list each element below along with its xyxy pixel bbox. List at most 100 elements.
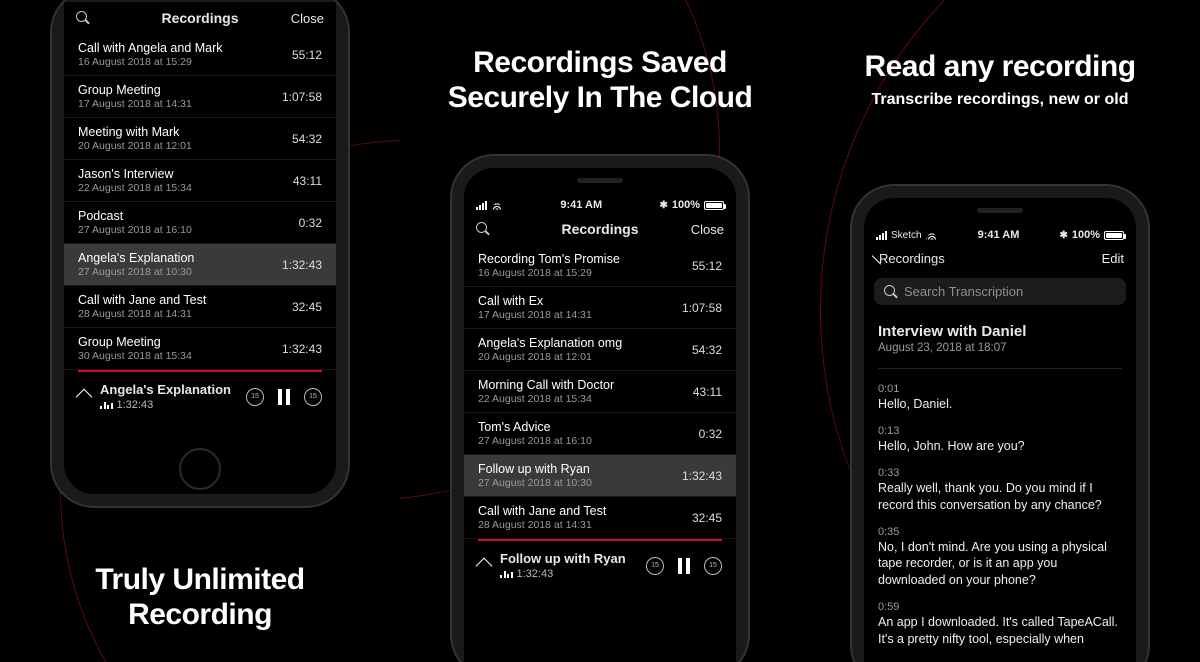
recording-duration: 0:32 <box>299 216 322 230</box>
transcript-line[interactable]: 0:13Hello, John. How are you? <box>864 421 1136 463</box>
status-bar: 9:41 AM ✱ 100% <box>464 195 736 213</box>
recording-duration: 55:12 <box>692 259 722 273</box>
list-item[interactable]: Recording Tom's Promise16 August 2018 at… <box>464 245 736 287</box>
edit-button[interactable]: Edit <box>1064 251 1124 266</box>
transcript-timestamp: 0:35 <box>878 526 1122 538</box>
list-item[interactable]: Angela's Explanation27 August 2018 at 10… <box>64 244 336 286</box>
back-button[interactable]: Recordings <box>876 251 936 266</box>
close-button[interactable]: Close <box>264 11 324 26</box>
recording-date: 22 August 2018 at 15:34 <box>478 393 693 405</box>
transcript-line[interactable]: 0:59An app I downloaded. It's called Tap… <box>864 597 1136 656</box>
navbar: Recordings Edit <box>864 243 1136 274</box>
divider <box>878 368 1122 369</box>
recording-duration: 1:32:43 <box>682 469 722 483</box>
recording-name: Podcast <box>78 209 299 223</box>
recording-duration: 0:32 <box>699 427 722 441</box>
recording-date: 22 August 2018 at 15:34 <box>78 182 293 194</box>
recording-name: Meeting with Mark <box>78 125 292 139</box>
search-button[interactable] <box>476 222 536 236</box>
battery-icon <box>1104 231 1124 240</box>
pause-button[interactable] <box>678 558 690 574</box>
skip-back-button[interactable]: 15 <box>646 557 664 575</box>
phone-mockup: 9:41 AM ✱ 100% Recordings Close Recordin… <box>452 156 748 662</box>
recording-duration: 1:32:43 <box>282 342 322 356</box>
recording-date: 20 August 2018 at 12:01 <box>478 351 692 363</box>
skip-forward-button[interactable]: 15 <box>304 388 322 406</box>
list-item[interactable]: Tom's Advice27 August 2018 at 16:100:32 <box>464 413 736 455</box>
status-time: 9:41 AM <box>978 229 1020 241</box>
list-item[interactable]: Meeting with Mark20 August 2018 at 12:01… <box>64 118 336 160</box>
recording-name: Call with Jane and Test <box>78 293 292 307</box>
carrier-label: Sketch <box>891 230 922 241</box>
list-item[interactable]: Follow up with Ryan27 August 2018 at 10:… <box>464 455 736 497</box>
recording-duration: 32:45 <box>292 300 322 314</box>
list-item[interactable]: Call with Angela and Mark16 August 2018 … <box>64 34 336 76</box>
transcript-text: No, I don't mind. Are you using a physic… <box>878 539 1122 590</box>
earpiece <box>577 178 623 183</box>
search-input[interactable]: Search Transcription <box>874 278 1126 305</box>
transcript-text: An app I downloaded. It's called TapeACa… <box>878 614 1122 648</box>
recording-date: 16 August 2018 at 15:29 <box>78 56 292 68</box>
transcript-timestamp: 0:33 <box>878 467 1122 479</box>
panel1-headline: Truly Unlimited Recording <box>0 563 400 632</box>
panel3-subhead: Transcribe recordings, new or old <box>800 91 1200 109</box>
recording-date: 30 August 2018 at 15:34 <box>78 350 282 362</box>
recording-name: Tom's Advice <box>478 420 699 434</box>
recording-date: 27 August 2018 at 10:30 <box>78 266 282 278</box>
expand-player-button[interactable] <box>76 388 93 405</box>
transcript-timestamp: 0:01 <box>878 383 1122 395</box>
recording-date: 27 August 2018 at 16:10 <box>478 435 699 447</box>
transcript-line[interactable]: 0:01Hello, Daniel. <box>864 379 1136 421</box>
transcript-line[interactable]: 0:35No, I don't mind. Are you using a ph… <box>864 522 1136 598</box>
navbar: Recordings Close <box>64 2 336 34</box>
recording-name: Morning Call with Doctor <box>478 378 693 392</box>
recording-date: 17 August 2018 at 14:31 <box>78 98 282 110</box>
search-icon <box>884 285 898 299</box>
bluetooth-icon: ✱ <box>1059 230 1067 241</box>
list-item[interactable]: Call with Jane and Test28 August 2018 at… <box>64 286 336 328</box>
pause-button[interactable] <box>278 389 290 405</box>
recording-name: Recording Tom's Promise <box>478 252 692 266</box>
search-icon <box>76 11 90 25</box>
battery-pct: 100% <box>1072 229 1100 241</box>
search-icon <box>476 222 490 236</box>
transcript-text: Hello, John. How are you? <box>878 438 1122 455</box>
recording-duration: 1:32:43 <box>282 258 322 272</box>
list-item[interactable]: Group Meeting30 August 2018 at 15:341:32… <box>64 328 336 370</box>
list-item[interactable]: Group Meeting17 August 2018 at 14:311:07… <box>64 76 336 118</box>
player-title: Follow up with Ryan <box>500 551 636 566</box>
battery-icon <box>704 201 724 210</box>
search-button[interactable] <box>76 11 136 25</box>
recording-duration: 54:32 <box>692 343 722 357</box>
recording-date: 28 August 2018 at 14:31 <box>78 308 292 320</box>
phone-mockup: Recordings Close Call with Angela and Ma… <box>52 0 348 506</box>
list-item[interactable]: Call with Ex17 August 2018 at 14:311:07:… <box>464 287 736 329</box>
skip-forward-button[interactable]: 15 <box>704 557 722 575</box>
player: Angela's Explanation 1:32:43 15 15 <box>64 372 336 423</box>
search-placeholder: Search Transcription <box>904 284 1023 299</box>
list-item[interactable]: Morning Call with Doctor22 August 2018 a… <box>464 371 736 413</box>
list-item[interactable]: Jason's Interview22 August 2018 at 15:34… <box>64 160 336 202</box>
list-item[interactable]: Call with Jane and Test28 August 2018 at… <box>464 497 736 539</box>
nav-title: Recordings <box>536 221 664 237</box>
list-item[interactable]: Angela's Explanation omg20 August 2018 a… <box>464 329 736 371</box>
recording-duration: 54:32 <box>292 132 322 146</box>
recording-name: Call with Ex <box>478 294 682 308</box>
list-item[interactable]: Podcast27 August 2018 at 16:100:32 <box>64 202 336 244</box>
skip-back-button[interactable]: 15 <box>246 388 264 406</box>
close-button[interactable]: Close <box>664 222 724 237</box>
recording-name: Call with Jane and Test <box>478 504 692 518</box>
wifi-icon <box>491 201 503 210</box>
recording-date: 17 August 2018 at 14:31 <box>478 309 682 321</box>
recording-duration: 1:07:58 <box>282 90 322 104</box>
expand-player-button[interactable] <box>476 557 493 574</box>
panel2-headline: Recordings Saved Securely In The Cloud <box>400 46 800 115</box>
transcript-line[interactable]: 0:33Really well, thank you. Do you mind … <box>864 463 1136 522</box>
navbar: Recordings Close <box>464 213 736 245</box>
home-button[interactable] <box>179 448 221 490</box>
transcript-timestamp: 0:13 <box>878 425 1122 437</box>
recording-duration: 43:11 <box>293 174 322 188</box>
recording-duration: 1:07:58 <box>682 301 722 315</box>
recording-name: Follow up with Ryan <box>478 462 682 476</box>
panel3-headline: Read any recording <box>800 50 1200 85</box>
